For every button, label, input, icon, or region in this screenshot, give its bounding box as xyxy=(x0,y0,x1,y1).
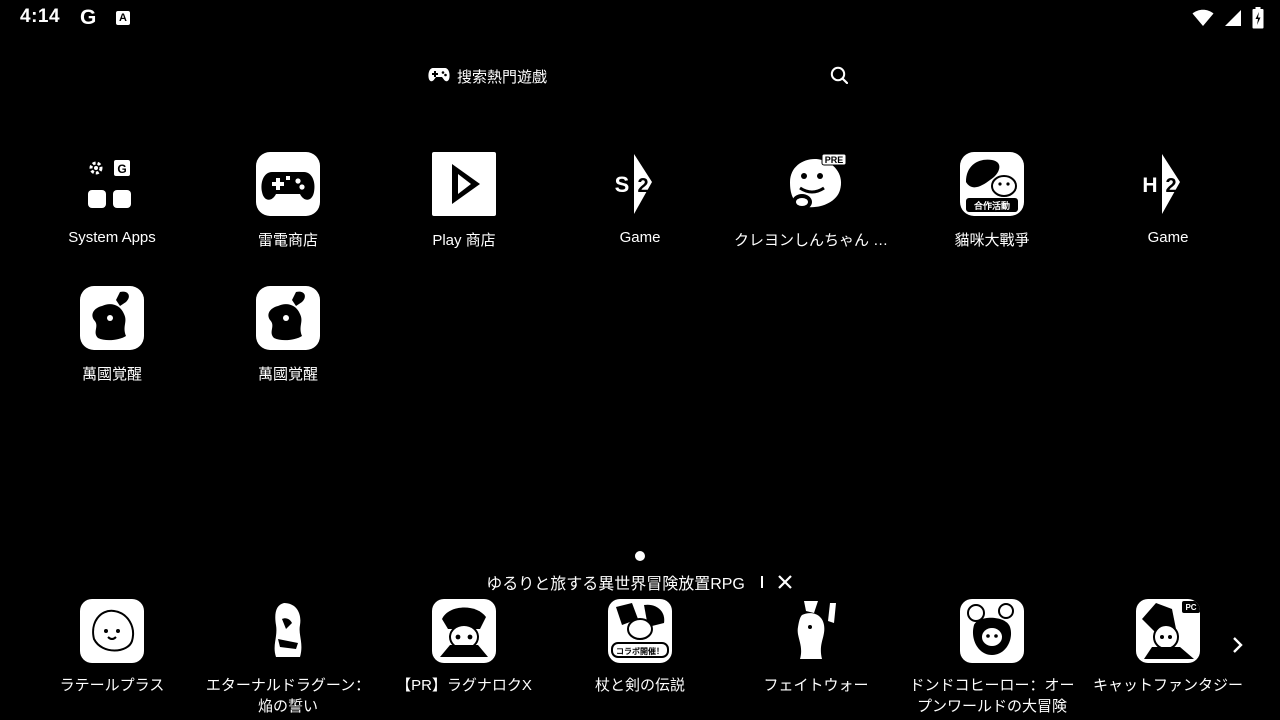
ad-banner[interactable]: ゆるりと旅する異世界冒険放置RPG xyxy=(0,570,1280,594)
svg-text:コラボ開催！: コラボ開催！ xyxy=(616,646,664,656)
ad-separator xyxy=(761,576,764,588)
search-placeholder[interactable]: 搜索熱門遊戲 xyxy=(457,66,547,87)
app-label: 貓咪大戰爭 xyxy=(954,232,1030,249)
wifi-icon xyxy=(1192,9,1214,26)
ragnarok-x-icon xyxy=(432,599,496,663)
app-game-h2[interactable]: H 2 Game xyxy=(1080,152,1256,246)
svg-text:2: 2 xyxy=(637,175,648,197)
svg-text:2: 2 xyxy=(1165,175,1176,197)
rec-label: 杖と剣の伝説 xyxy=(594,677,685,694)
game-h2-icon: H 2 xyxy=(1136,152,1200,216)
app-label: 雷電商店 xyxy=(257,232,318,249)
ad-text[interactable]: ゆるりと旅する異世界冒険放置RPG xyxy=(486,570,745,594)
ldstore-gamepad-icon xyxy=(256,152,320,216)
system-apps-folder-icon: G xyxy=(80,152,144,216)
close-icon[interactable] xyxy=(776,573,794,591)
search-bar[interactable]: 搜索熱門遊戲 xyxy=(420,58,860,92)
app-crayon-shinchan[interactable]: PRE クレヨンしんちゃん オ… xyxy=(728,152,904,250)
app-system-apps[interactable]: G System Apps xyxy=(24,152,200,246)
search-icon[interactable] xyxy=(830,66,848,84)
recommended-eternal-dragoon[interactable]: エターナルドラグーン：焔の誓い xyxy=(200,599,376,717)
svg-text:PC: PC xyxy=(1185,603,1196,612)
app-label: Play 商店 xyxy=(432,232,496,249)
rise-of-kingdoms-icon xyxy=(80,286,144,350)
app-battle-cats[interactable]: 合作活動 貓咪大戰爭 xyxy=(904,152,1080,250)
app-label: System Apps xyxy=(68,229,156,246)
svg-text:S: S xyxy=(615,172,630,197)
tsue-to-ken-icon: コラボ開催！ xyxy=(608,599,672,663)
recommended-fate-war[interactable]: フェイトウォー xyxy=(728,599,904,696)
battle-cats-icon: 合作活動 xyxy=(960,152,1024,216)
app-label: クレヨンしんちゃん オ… xyxy=(734,232,904,249)
recommended-dondoko-hero[interactable]: ドンドコヒーロー：オープンワールドの大冒険 xyxy=(904,599,1080,717)
rec-label: 【PR】ラグナロクX xyxy=(396,677,532,694)
svg-text:G: G xyxy=(117,162,126,176)
rec-label: エターナルドラグーン：焔の誓い xyxy=(205,677,371,715)
app-label: Game xyxy=(619,229,661,246)
clock: 4:14 xyxy=(20,6,61,27)
page-indicator-dot xyxy=(635,551,645,561)
status-icons xyxy=(1192,7,1264,29)
app-label: Game xyxy=(1147,229,1189,246)
signal-icon xyxy=(1225,10,1241,26)
google-icon: G xyxy=(80,6,97,29)
svg-text:PRE: PRE xyxy=(825,155,844,165)
recommended-tsue-to-ken[interactable]: コラボ開催！ 杖と剣の伝説 xyxy=(552,599,728,696)
app-rise-of-kingdoms-1[interactable]: 萬國覚醒 xyxy=(24,286,200,384)
gamepad-icon xyxy=(428,68,450,82)
battery-icon xyxy=(1252,7,1264,29)
rec-label: ラテールプラス xyxy=(59,677,165,694)
eternal-dragoon-icon xyxy=(256,599,320,663)
fate-war-icon xyxy=(784,599,848,663)
game-s2-icon: S 2 xyxy=(608,152,672,216)
rec-label: フェイトウォー xyxy=(763,677,869,694)
app-label: 萬國覚醒 xyxy=(257,366,318,383)
rec-label: キャットファンタジー xyxy=(1092,677,1243,694)
dondoko-hero-icon xyxy=(960,599,1024,663)
app-rise-of-kingdoms-2[interactable]: 萬國覚醒 xyxy=(200,286,376,384)
app-game-s2[interactable]: S 2 Game xyxy=(552,152,728,246)
recommended-latale[interactable]: ラテールプラス xyxy=(24,599,200,696)
app-play-store[interactable]: Play 商店 xyxy=(376,152,552,250)
notification-badge-icon: A xyxy=(116,11,130,25)
svg-text:合作活動: 合作活動 xyxy=(974,200,1010,212)
cat-fantasy-icon: PC xyxy=(1136,599,1200,663)
rec-label: ドンドコヒーロー：オープンワールドの大冒険 xyxy=(909,677,1075,715)
latale-plus-icon xyxy=(80,599,144,663)
app-ldstore[interactable]: 雷電商店 xyxy=(200,152,376,250)
app-label: 萬國覚醒 xyxy=(81,366,142,383)
recommended-ragnarok-x[interactable]: 【PR】ラグナロクX xyxy=(376,599,552,696)
crayon-shinchan-icon: PRE xyxy=(784,152,848,216)
chevron-right-icon[interactable] xyxy=(1228,634,1248,656)
launcher-screen: 4:14 G A 搜索熱門遊戲 G System Apps 雷電商店 Play … xyxy=(0,0,1280,720)
play-store-icon xyxy=(432,152,496,216)
rise-of-kingdoms-icon xyxy=(256,286,320,350)
status-bar: 4:14 G A xyxy=(0,0,1280,36)
svg-text:H: H xyxy=(1142,174,1157,197)
